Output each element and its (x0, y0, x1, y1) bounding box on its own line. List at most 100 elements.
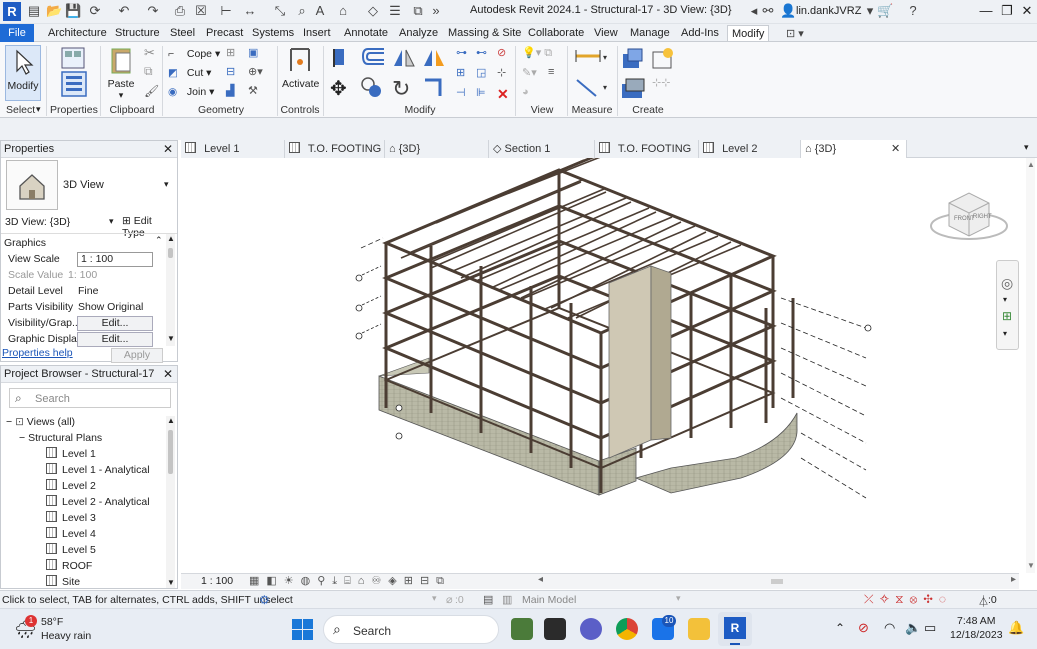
collapse-icon[interactable]: ⌃ (155, 235, 163, 246)
selection-toggle-icons[interactable]: ⤫✧⧖⊗✣◌ (864, 592, 952, 607)
trim-extend-multiple-icon[interactable]: ⊫ (476, 86, 486, 99)
paint-view-icon[interactable]: ◕ (522, 86, 529, 98)
model-icon[interactable]: ▥ (502, 593, 512, 606)
recent-icon[interactable]: ▤ (26, 3, 42, 19)
print-icon[interactable]: ⎙ (172, 3, 188, 19)
type-properties-button[interactable] (56, 45, 92, 103)
chevron-down-icon[interactable]: ▾ (109, 216, 114, 227)
paint-icon[interactable]: ▟ (226, 84, 234, 97)
taskbar-search[interactable]: ⌕ Search (323, 615, 499, 644)
zoom-region-icon[interactable]: ⊞ (1002, 309, 1012, 323)
view-scale[interactable]: 1 : 100 (201, 575, 233, 587)
create-group-icon[interactable] (620, 76, 646, 105)
tree-structural-plans[interactable]: − Structural Plans (19, 430, 102, 446)
design-options-icon[interactable]: ▤ (483, 593, 493, 606)
apply-button[interactable]: Apply (111, 348, 163, 363)
modify-button[interactable]: Modify (5, 45, 41, 101)
properties-scrollbar[interactable]: ▲ ▼ (166, 234, 175, 346)
cope-button[interactable]: ⌐ Cope ▾ (168, 46, 220, 62)
tag-by-category-icon[interactable]: ⌕ (294, 3, 310, 19)
delete-icon[interactable]: ✕ (497, 86, 509, 103)
aligned-dim-icon[interactable]: ▾ (574, 76, 610, 103)
tab-view[interactable]: View (590, 25, 622, 41)
default-3d-view-icon[interactable]: ⌂ (335, 3, 351, 19)
workset-icon[interactable]: ⚙ (259, 593, 270, 607)
close-icon[interactable]: ✕ (163, 366, 173, 383)
hscroll-left-icon[interactable]: ◂ (538, 574, 543, 585)
pre-app-icon[interactable] (511, 618, 533, 640)
restore-button[interactable]: ❐ (998, 3, 1016, 19)
trim-icon[interactable] (422, 76, 444, 101)
unpin-icon[interactable]: ⊘ (497, 46, 506, 59)
hide-element-icon[interactable]: 💡▾ ⧉ (522, 46, 552, 60)
hscroll-right-icon[interactable]: ▸ (1011, 574, 1016, 585)
visibility-edit-button[interactable]: Edit... (77, 316, 153, 331)
tab-t-o-footing[interactable]: T.O. FOOTING (285, 140, 385, 158)
chevron-down-icon[interactable]: ▾ (432, 593, 437, 604)
search-input[interactable]: Search (35, 393, 70, 405)
tree-views-root[interactable]: − ⊡ Views (all) (6, 414, 75, 430)
create-similar-icon[interactable]: ⊹⊹ (652, 76, 670, 89)
tab-collaborate[interactable]: Collaborate (524, 25, 588, 41)
split-gap-icon[interactable]: ⊷ (476, 46, 487, 59)
tree-item-level-5[interactable]: Level 5 (46, 542, 96, 558)
paste-button[interactable]: Paste ▾ (106, 45, 136, 101)
tab-structure[interactable]: Structure (111, 25, 164, 41)
user-icon[interactable]: 👤 (780, 3, 796, 19)
windows-start-icon[interactable] (292, 619, 313, 643)
weather-temp[interactable]: 58°F (41, 616, 63, 628)
type-selector[interactable]: 3D View (63, 179, 104, 191)
copy-icon[interactable]: ⧉ (144, 64, 153, 79)
clock-date[interactable]: 12/18/2023 (950, 629, 1003, 641)
join-button[interactable]: ◉ Join ▾ (168, 84, 214, 100)
instance-selector[interactable]: 3D View: {3D} (5, 216, 70, 228)
chevron-down-icon[interactable]: ▾ (676, 593, 681, 604)
close-views-icon[interactable]: ☒ (193, 3, 209, 19)
close-icon[interactable]: ✕ (163, 141, 173, 158)
weather-desc[interactable]: Heavy rain (41, 630, 91, 642)
graphic-display-edit-button[interactable]: Edit... (77, 332, 153, 347)
tree-item-roof[interactable]: ROOF (46, 558, 92, 574)
scale-icon[interactable]: ◲ (476, 66, 486, 79)
trim-extend-icon[interactable]: ⊣ (456, 86, 466, 99)
aligned-dimension-icon[interactable]: ↔ (242, 3, 258, 19)
tree-item-level-2[interactable]: Level 2 (46, 478, 96, 494)
tab-t-o-footing-2[interactable]: T.O. FOOTING (595, 140, 699, 158)
teams-icon[interactable] (580, 618, 602, 640)
tab-level-2[interactable]: Level 2 (699, 140, 801, 158)
file-explorer-icon[interactable] (688, 618, 710, 640)
revit-logo[interactable]: R (3, 2, 21, 21)
tab-level-1[interactable]: Level 1 (181, 140, 285, 158)
browser-scrollbar[interactable]: ▲ ▼ (166, 416, 175, 588)
activate-button[interactable]: Activate (282, 45, 319, 103)
align-icon[interactable] (330, 46, 352, 71)
split-face-icon[interactable]: ⊟ (226, 65, 235, 78)
tab-analyze[interactable]: Analyze (395, 25, 442, 41)
battery-icon[interactable]: ▭ (924, 620, 936, 636)
clock-time[interactable]: 7:48 AM (957, 615, 996, 627)
split-icon[interactable]: ⊶ (456, 46, 467, 59)
tab-add-ins[interactable]: Add-Ins (677, 25, 723, 41)
steering-wheel-icon[interactable]: ◎ (1001, 275, 1013, 292)
tab-precast[interactable]: Precast (202, 25, 247, 41)
tab-file[interactable]: File (0, 24, 34, 42)
active-model[interactable]: Main Model (522, 594, 576, 606)
volume-icon[interactable]: 🔈 (905, 620, 921, 636)
prop-row[interactable]: Detail Level Fine (1, 283, 166, 299)
tab-systems[interactable]: Systems (248, 25, 298, 41)
3d-structural-model[interactable]: FRONT RIGHT (181, 109, 1019, 573)
cut-clipboard-icon[interactable]: ✂ (144, 45, 155, 61)
notification-bell-icon[interactable]: 🔔 (1008, 620, 1024, 636)
switch-windows-icon[interactable]: ⧉ (410, 3, 426, 19)
tag-icon[interactable]: ⤡ (272, 3, 288, 19)
redo-icon[interactable]: ↷ (145, 3, 161, 19)
tree-item-level-2-analytical[interactable]: Level 2 - Analytical (46, 494, 150, 510)
tab-modify[interactable]: Modify (727, 25, 770, 41)
pin-icon[interactable]: ⊹ (497, 66, 506, 79)
prop-row[interactable]: Parts Visibility Show Original (1, 299, 166, 315)
select-dropdown-icon[interactable]: ▾ (36, 104, 41, 115)
save-icon[interactable]: 💾 (65, 3, 81, 19)
offset-icon[interactable] (360, 46, 386, 71)
properties-help-link[interactable]: Properties help (2, 347, 73, 359)
terminal-icon[interactable] (544, 618, 566, 640)
